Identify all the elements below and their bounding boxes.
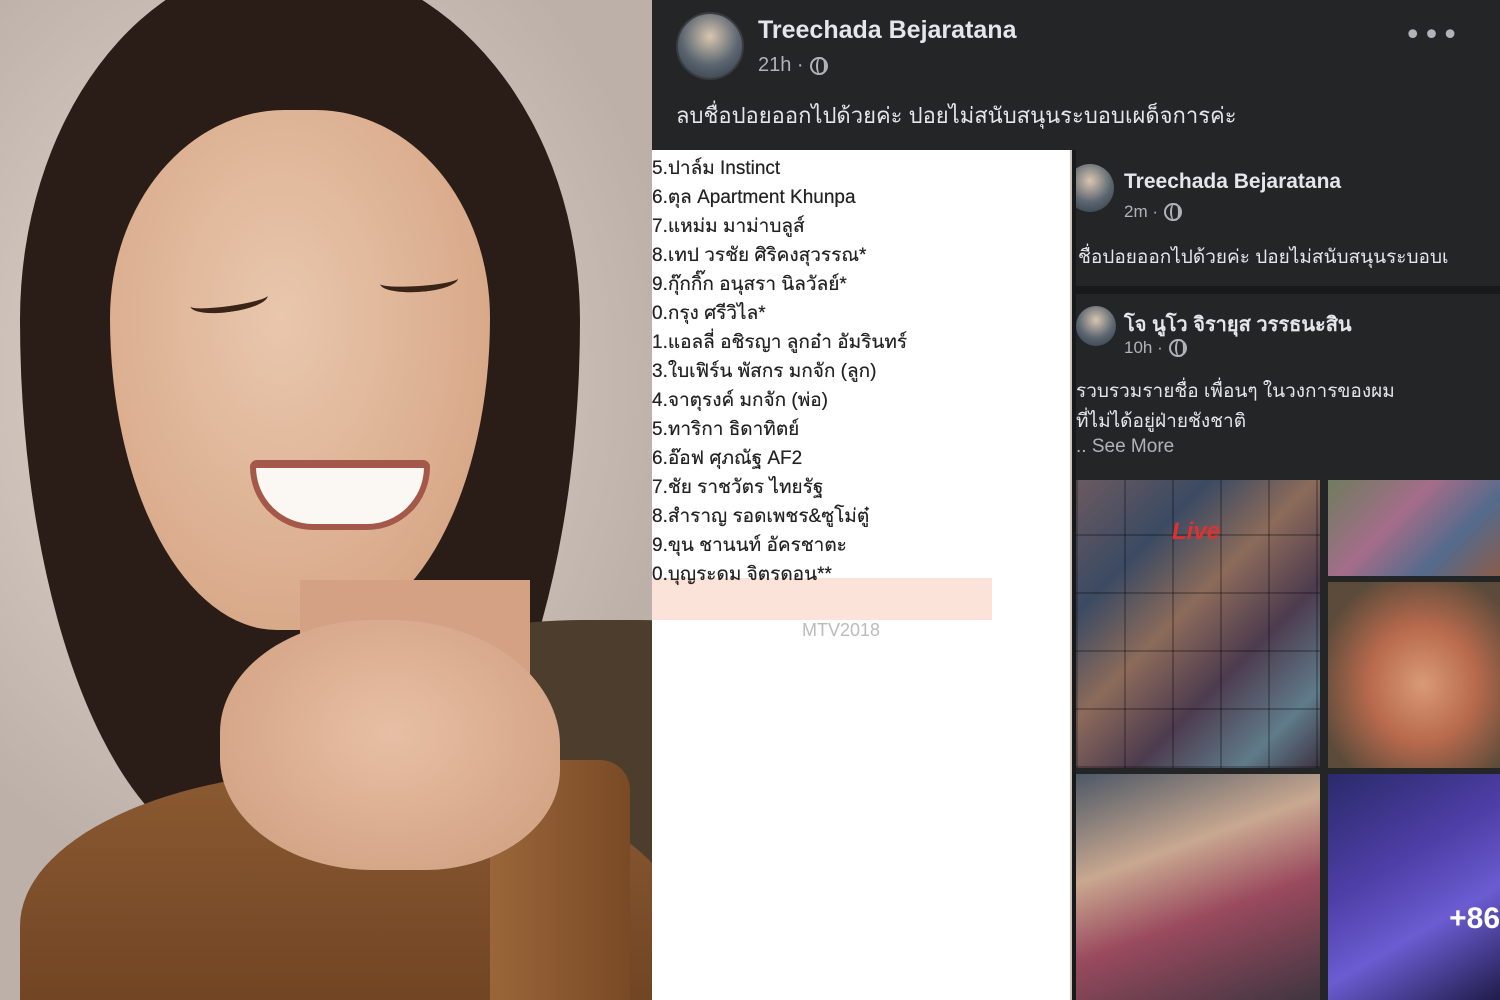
list-item: 1.แอลลี่ อชิรญา ลูกอ๋า อัมรินทร์ bbox=[652, 332, 908, 353]
list-item: 9.กุ๊กกิ๊ก อนุสรา นิลวัลย์* bbox=[652, 274, 847, 295]
name-list: 5.ปาล์ม Instinct 6.ตุล Apartment Khunpa … bbox=[652, 154, 907, 589]
post-header: Treechada Bejaratana 21h · ••• ลบชื่อปอย… bbox=[652, 0, 1500, 150]
shared-post-author[interactable]: โจ นูโว จิรายุส วรรธนะสิน bbox=[1124, 308, 1352, 340]
divider bbox=[1076, 286, 1500, 294]
photo-tile[interactable] bbox=[1328, 480, 1500, 576]
list-item: 5.ปาล์ม Instinct bbox=[652, 158, 781, 179]
list-item: 6.อ๊อฟ ศุภณัฐ AF2 bbox=[652, 448, 803, 469]
photo-tile[interactable] bbox=[1076, 774, 1320, 1000]
globe-icon bbox=[809, 56, 828, 75]
post-time[interactable]: 21h · bbox=[758, 54, 804, 77]
globe-icon bbox=[1164, 203, 1182, 221]
photo-tile-more[interactable]: +86 bbox=[1328, 774, 1500, 1000]
globe-icon bbox=[1168, 339, 1187, 357]
shared-author-avatar[interactable] bbox=[1076, 306, 1116, 346]
more-options-icon[interactable]: ••• bbox=[1404, 21, 1460, 51]
shared-post-meta: 10h · bbox=[1124, 338, 1187, 358]
photo-collage[interactable]: Live bbox=[1076, 480, 1320, 768]
post-text: ลบชื่อปอยออกไปด้วยค่ะ ปอยไม่สนับสนุนระบอ… bbox=[676, 103, 1237, 128]
list-item: 7.ชัย ราชวัตร ไทยรัฐ bbox=[652, 477, 824, 498]
list-item: 4.จาตุรงค์ มกจัก (พ่อ) bbox=[652, 390, 828, 411]
list-item: 8.สำราญ รอดเพชร&ซูโม่ตู๋ bbox=[652, 506, 870, 527]
photo-face bbox=[110, 110, 490, 630]
post-meta: 21h · bbox=[758, 54, 828, 77]
more-photos-count: +86 bbox=[1449, 902, 1500, 935]
photo-tile[interactable] bbox=[1328, 582, 1500, 768]
nested-post-meta: 2m · bbox=[1124, 202, 1182, 222]
list-item: 0.กรุง ศรีวิไล* bbox=[652, 303, 766, 324]
list-item: 8.เทป วรชัย ศิริคงสุวรรณ* bbox=[652, 245, 867, 266]
photo-hands bbox=[220, 620, 560, 870]
nested-post-text: ชื่อปอยออกไปด้วยค่ะ ปอยไม่สนับสนุนระบอบเ bbox=[1078, 247, 1449, 268]
author-avatar[interactable] bbox=[676, 12, 744, 80]
live-badge: Live bbox=[1172, 518, 1221, 545]
nested-post-time[interactable]: 2m · bbox=[1124, 202, 1158, 222]
list-item: 3.ใบเฟิร์น พัสกร มกจัก (ลูก) bbox=[652, 361, 877, 382]
shared-post-line-2: ที่ไม่ได้อยู่ฝ่ายชังชาติ bbox=[1076, 411, 1247, 432]
nested-post-author[interactable]: Treechada Bejaratana bbox=[1124, 170, 1341, 194]
see-more-link[interactable]: .. See More bbox=[1076, 436, 1174, 458]
nested-post-card: Treechada Bejaratana 2m · ชื่อปอยออกไปด้… bbox=[1076, 150, 1500, 1000]
list-item: 9.ขุน ชานนท์ อัครชาตะ bbox=[652, 535, 847, 556]
list-item: 0.บุญระดม จิตรดอน** bbox=[652, 564, 832, 585]
name-list-screenshot: 5.ปาล์ม Instinct 6.ตุล Apartment Khunpa … bbox=[652, 150, 1070, 1000]
shared-post-line-1: รวบรวมรายชื่อ เพื่อนๆ ในวงการของผม bbox=[1076, 381, 1395, 402]
list-item: 6.ตุล Apartment Khunpa bbox=[652, 187, 856, 208]
list-item: 5.ทาริกา ธิดาทิตย์ bbox=[652, 419, 800, 440]
facebook-post: Treechada Bejaratana 21h · ••• ลบชื่อปอย… bbox=[652, 0, 1500, 1000]
faded-row-text: MTV2018 bbox=[802, 620, 881, 640]
shared-post-time[interactable]: 10h · bbox=[1124, 338, 1163, 358]
list-item: 7.แหม่ม มาม่าบลูส์ bbox=[652, 216, 805, 237]
post-author[interactable]: Treechada Bejaratana bbox=[758, 16, 1016, 45]
nested-author-avatar[interactable] bbox=[1076, 164, 1114, 212]
nested-post-screenshot: Treechada Bejaratana 2m · ชื่อปอยออกไปด้… bbox=[1072, 150, 1500, 1000]
